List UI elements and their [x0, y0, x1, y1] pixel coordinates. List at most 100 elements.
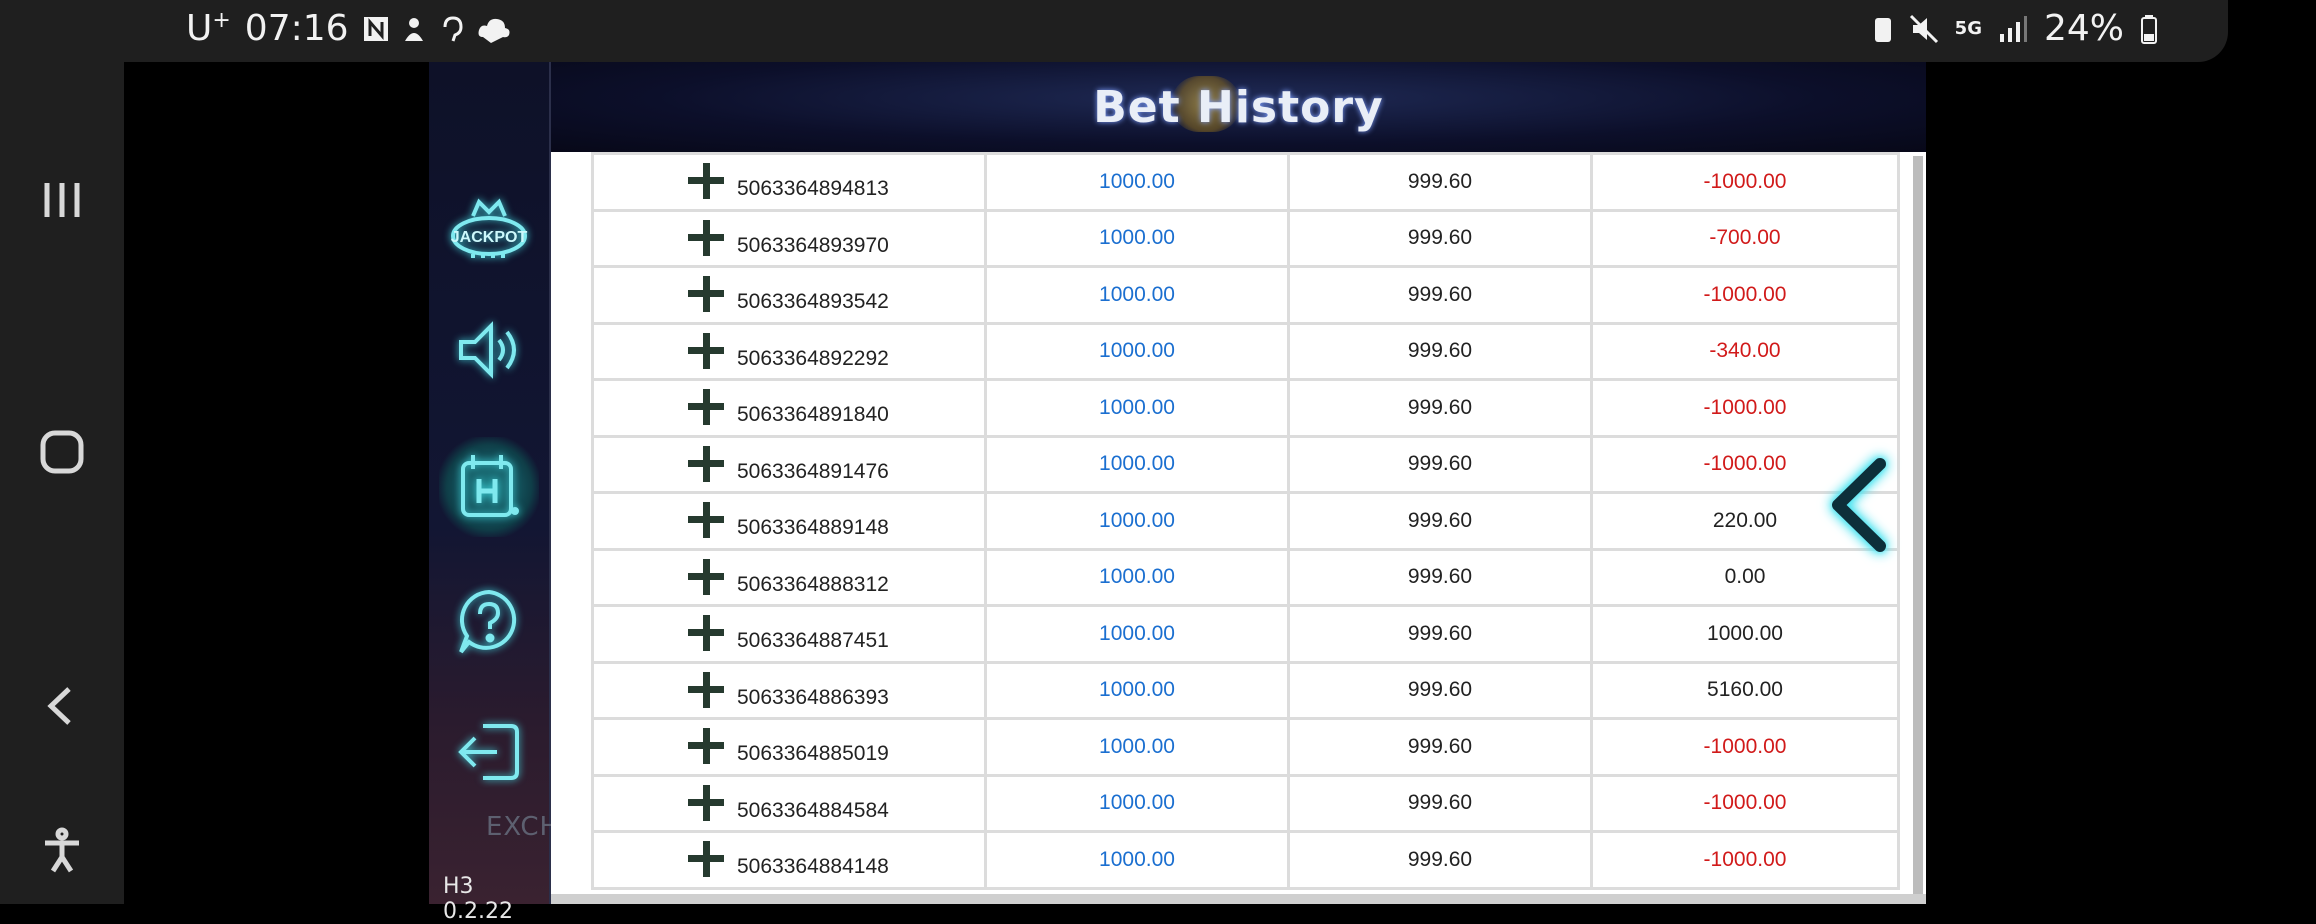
net-amount: 999.60 — [1287, 152, 1593, 212]
jackpot-button[interactable]: JACKPOT — [439, 182, 539, 282]
sound-button[interactable] — [439, 300, 539, 400]
expand-plus-icon[interactable] — [688, 163, 724, 199]
bet-row: 5063364884148 1000.00 999.60 -1000.00 — [591, 830, 1900, 890]
net-amount: 999.60 — [1287, 378, 1593, 438]
round-id: 5063364893542 — [737, 290, 889, 313]
battery-icon — [2141, 14, 2157, 44]
round-id-cell: 5063364887451 — [591, 604, 987, 664]
network-type: 5G — [1954, 18, 1982, 39]
notification-icons — [363, 15, 511, 43]
expand-plus-icon[interactable] — [688, 671, 724, 708]
expand-plus-icon[interactable] — [688, 219, 724, 256]
win-loss-amount: -1000.00 — [1590, 773, 1900, 833]
status-left: U+ 07:16 — [186, 8, 511, 49]
round-id: 5063364884148 — [737, 855, 889, 878]
battery-saver-icon — [1874, 17, 1891, 42]
horizontal-scrollbar[interactable] — [551, 894, 1926, 904]
round-id: 5063364884584 — [737, 798, 889, 822]
version-label: H3 0.2.22 — [443, 874, 513, 924]
android-nav-bar — [0, 0, 124, 904]
net-amount: 999.60 — [1287, 208, 1593, 268]
expand-plus-icon[interactable] — [688, 728, 724, 764]
bet-row: 5063364888312 1000.00 999.60 0.00 — [591, 547, 1900, 607]
net-amount: 999.60 — [1287, 604, 1593, 664]
recent-apps-button[interactable] — [0, 160, 124, 240]
cloud-icon — [478, 18, 510, 43]
expand-plus-icon[interactable] — [688, 445, 724, 482]
recent-apps-icon — [44, 183, 80, 217]
help-button[interactable] — [439, 572, 539, 672]
exchange-label: EXCH — [486, 812, 561, 842]
help-icon — [459, 589, 517, 654]
expand-plus-icon[interactable] — [688, 276, 724, 312]
bet-amount: 1000.00 — [984, 152, 1290, 212]
bet-amount: 1000.00 — [984, 491, 1290, 551]
expand-plus-icon[interactable] — [688, 841, 724, 877]
round-id-cell: 5063364888312 — [591, 547, 987, 607]
bet-row: 5063364893970 1000.00 999.60 -700.00 — [591, 208, 1900, 268]
expand-plus-icon[interactable] — [688, 389, 724, 425]
game-window: JACKPOT EXCH H3 0.2.22 Bet History 50633… — [429, 62, 1926, 924]
collapse-panel-button[interactable] — [1824, 450, 1894, 560]
bet-row: 5063364891840 1000.00 999.60 -1000.00 — [591, 378, 1900, 438]
round-id: 5063364891476 — [737, 459, 889, 483]
back-icon — [47, 687, 71, 725]
bet-amount: 1000.00 — [984, 547, 1290, 607]
accessibility-button[interactable] — [0, 810, 124, 890]
win-loss-amount: -1000.00 — [1590, 830, 1900, 890]
bet-amount: 1000.00 — [984, 321, 1290, 381]
bet-amount: 1000.00 — [984, 717, 1290, 777]
back-button[interactable] — [0, 666, 124, 746]
bet-amount: 1000.00 — [984, 604, 1290, 664]
vertical-scrollbar[interactable] — [1913, 156, 1923, 896]
win-loss-amount: 1000.00 — [1590, 604, 1900, 664]
chevron-left-icon — [1832, 458, 1886, 552]
expand-plus-icon[interactable] — [688, 558, 724, 595]
jackpot-icon: JACKPOT — [451, 198, 527, 258]
naver-icon — [363, 16, 388, 41]
expand-plus-icon[interactable] — [688, 784, 724, 821]
battery-percent: 24% — [2043, 8, 2124, 49]
status-right: 5G 24% — [1873, 8, 2158, 49]
exit-button[interactable] — [439, 702, 539, 802]
round-id: 5063364886393 — [737, 685, 889, 709]
round-id-cell: 5063364891476 — [591, 434, 987, 494]
round-id-cell: 5063364885019 — [591, 717, 987, 777]
history-button[interactable] — [439, 437, 539, 537]
win-loss-amount: -1000.00 — [1590, 717, 1900, 777]
exit-icon — [458, 724, 519, 780]
win-loss-amount: -1000.00 — [1590, 378, 1900, 438]
bet-amount: 1000.00 — [984, 434, 1290, 494]
expand-plus-icon[interactable] — [688, 332, 724, 369]
win-loss-amount: -1000.00 — [1590, 152, 1900, 212]
win-loss-amount: -340.00 — [1590, 321, 1900, 381]
home-button[interactable] — [0, 412, 124, 492]
round-id-cell: 5063364892292 — [591, 321, 987, 381]
bet-amount: 1000.00 — [984, 773, 1290, 833]
bet-amount: 1000.00 — [984, 378, 1290, 438]
round-id-cell: 5063364889148 — [591, 491, 987, 551]
status-bar: U+ 07:16 5G 24% — [124, 0, 2228, 62]
sound-icon — [459, 321, 516, 379]
expand-plus-icon[interactable] — [688, 502, 724, 538]
bet-amount: 1000.00 — [984, 830, 1290, 890]
game-sidebar: JACKPOT EXCH H3 0.2.22 — [429, 62, 559, 924]
round-id: 5063364888312 — [737, 572, 889, 596]
win-loss-amount: 5160.00 — [1590, 660, 1900, 720]
clock: 07:16 — [244, 8, 349, 49]
bet-history-header: Bet History — [551, 62, 1926, 152]
round-id-cell: 5063364893542 — [591, 265, 987, 325]
win-loss-amount: -700.00 — [1590, 208, 1900, 268]
net-amount: 999.60 — [1287, 434, 1593, 494]
bet-row: 5063364884584 1000.00 999.60 -1000.00 — [591, 773, 1900, 833]
page-title: Bet History — [1093, 81, 1384, 133]
win-loss-amount: -1000.00 — [1590, 265, 1900, 325]
mute-icon — [1909, 14, 1938, 43]
game-notification-icon — [404, 17, 423, 41]
net-amount: 999.60 — [1287, 321, 1593, 381]
bet-row: 5063364891476 1000.00 999.60 -1000.00 — [591, 434, 1900, 494]
bet-row: 5063364885019 1000.00 999.60 -1000.00 — [591, 717, 1900, 777]
round-id-cell: 5063364886393 — [591, 660, 987, 720]
expand-plus-icon[interactable] — [688, 615, 724, 651]
bet-history-table-wrap: 5063364894813 1000.00 999.60 -1000.00 506336… — [591, 152, 1900, 890]
